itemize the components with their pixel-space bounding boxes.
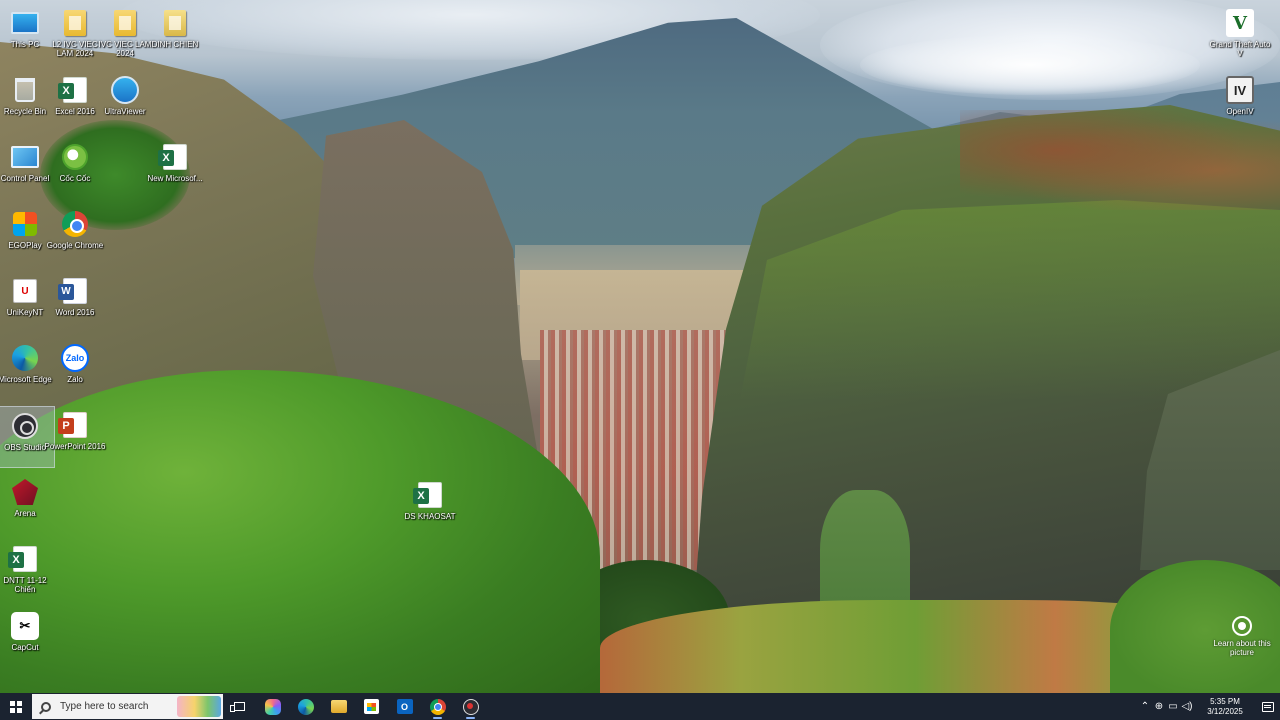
taskbar-chrome-button[interactable] (421, 693, 454, 720)
task-view-icon (230, 702, 245, 712)
clock-date: 3/12/2025 (1207, 706, 1243, 716)
desktop-icon-ds-khaosat[interactable]: DS KHAOSAT (400, 476, 460, 538)
search-placeholder: Type here to search (60, 701, 149, 712)
chrome-icon (429, 698, 446, 715)
ultraviewer-icon (110, 75, 140, 105)
edge-icon (297, 698, 314, 715)
notification-icon (1262, 701, 1274, 712)
desktop-icon-label: Zalo (67, 375, 83, 384)
wallpaper-cloud (860, 35, 1200, 95)
excel-icon (58, 75, 90, 105)
desktop-icon-label: CapCut (11, 643, 39, 652)
desktop-icon-new-excel[interactable]: New Microsof... (145, 138, 205, 200)
task-view-button[interactable] (223, 693, 256, 720)
desktop-icon-label: Cốc Cốc (59, 174, 91, 183)
edge-icon (10, 343, 40, 373)
word-icon (58, 276, 90, 306)
taskbar-search-box[interactable]: Type here to search (32, 694, 223, 719)
search-highlight-illustration (177, 696, 221, 717)
file-explorer-icon (330, 700, 347, 713)
taskbar-obs-button[interactable] (454, 693, 487, 720)
search-icon (41, 701, 51, 712)
excel-icon (158, 142, 190, 172)
taskbar-outlook-button[interactable]: O (388, 693, 421, 720)
recycle-bin-icon (10, 75, 40, 105)
zalo-icon: Zalo (60, 343, 90, 373)
taskbar-store-button[interactable] (355, 693, 388, 720)
desktop-icon-coc-coc[interactable]: Cốc Cốc (45, 138, 105, 200)
coccoc-icon (60, 142, 90, 172)
desktop-icon-powerpoint-2016[interactable]: PowerPoint 2016 (45, 406, 105, 468)
unikey-icon: U (10, 276, 40, 306)
desktop-icon-label: Arena (14, 509, 36, 518)
taskbar: Type here to search O ⌃ ⊕ ▭ ◁) 5:35 PM 3… (0, 693, 1280, 720)
camera-icon (1232, 616, 1252, 636)
start-button[interactable] (0, 693, 32, 720)
desktop-icon-capcut[interactable]: ✂ CapCut (0, 607, 55, 669)
desktop-icon-label: Word 2016 (55, 308, 95, 317)
outlook-icon: O (396, 699, 413, 714)
desktop-icon-arena[interactable]: Arena (0, 473, 55, 535)
openiv-icon: IV (1225, 75, 1255, 105)
desktop-icon-label: DS KHAOSAT (404, 512, 456, 521)
copilot-button[interactable] (256, 693, 289, 720)
obs-icon (462, 698, 479, 715)
microsoft-store-icon (364, 699, 379, 714)
desktop-icon-google-chrome[interactable]: Google Chrome (45, 205, 105, 267)
copilot-icon (264, 698, 281, 715)
desktop-icon-ultraviewer[interactable]: UltraViewer (95, 71, 155, 133)
learn-about-picture-button[interactable]: Learn about this picture (1210, 616, 1274, 657)
desktop-wallpaper (0, 0, 1280, 693)
windows-logo-icon (10, 700, 22, 713)
desktop-icon-dinh-chien[interactable]: DINH CHIEN (145, 4, 205, 66)
obs-icon (10, 411, 40, 441)
folder-icon (110, 8, 140, 38)
desktop-icon-gta-v[interactable]: V Grand Theft Auto V (1210, 4, 1270, 66)
desktop-icon-label: Grand Theft Auto V (1209, 40, 1271, 58)
folder-icon (160, 8, 190, 38)
desktop-icon-word-2016[interactable]: Word 2016 (45, 272, 105, 334)
folder-icon (60, 8, 90, 38)
taskbar-edge-button[interactable] (289, 693, 322, 720)
network-icon[interactable]: ▭ (1166, 701, 1180, 712)
gaming-icon (10, 209, 40, 239)
system-tray: ⌃ ⊕ ▭ ◁) 5:35 PM 3/12/2025 (1138, 693, 1280, 720)
clock-time: 5:35 PM (1210, 696, 1240, 706)
capcut-icon: ✂ (10, 611, 40, 641)
desktop-icon-label: OpenIV (1226, 107, 1254, 116)
security-icon[interactable]: ⊕ (1152, 701, 1166, 712)
show-hidden-icons-chevron-icon[interactable]: ⌃ (1138, 701, 1152, 712)
excel-icon (8, 544, 40, 574)
desktop-icon-zalo[interactable]: Zalo Zalo (45, 339, 105, 401)
desktop-icon-label: UltraViewer (104, 107, 146, 116)
gta-icon: V (1225, 8, 1255, 38)
learn-about-picture-label: Learn about this picture (1213, 639, 1271, 657)
monitor-icon (10, 8, 40, 38)
control-panel-icon (10, 142, 40, 172)
powerpoint-icon (58, 410, 90, 440)
desktop-icon-dntt-chien[interactable]: DNTT 11-12 Chiến (0, 540, 55, 602)
excel-icon (413, 480, 445, 510)
desktop-icon-openiv[interactable]: IV OpenIV (1210, 71, 1270, 133)
desktop-icon-label: DNTT 11-12 Chiến (3, 576, 47, 594)
arena-icon (10, 477, 40, 507)
desktop-icon-label: DINH CHIEN (151, 40, 199, 49)
taskbar-clock[interactable]: 5:35 PM 3/12/2025 (1200, 697, 1250, 717)
notifications-button[interactable] (1256, 693, 1280, 720)
desktop-icon-label: New Microsof... (147, 174, 203, 183)
volume-icon[interactable]: ◁) (1180, 701, 1194, 712)
desktop-icon-label: Google Chrome (46, 241, 104, 250)
chrome-icon (60, 209, 90, 239)
taskbar-file-explorer-button[interactable] (322, 693, 355, 720)
desktop-icon-label: PowerPoint 2016 (44, 442, 106, 451)
